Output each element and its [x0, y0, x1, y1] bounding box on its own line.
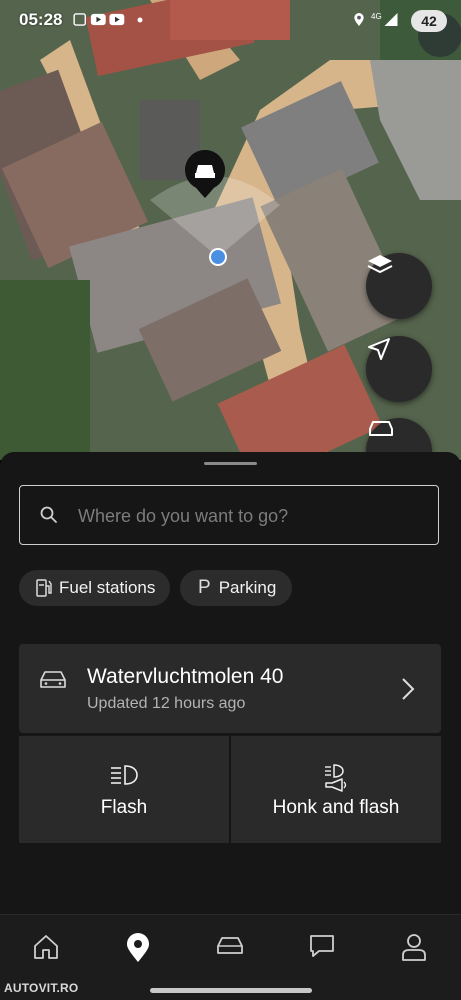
car-icon: [217, 937, 243, 954]
search-box[interactable]: [19, 485, 439, 545]
system-home-bar[interactable]: [150, 988, 312, 993]
bottom-navigation: AUTOVIT.RO: [0, 914, 461, 1000]
location-pin-icon: [127, 933, 149, 962]
home-icon: [34, 935, 58, 959]
center-location-button[interactable]: [366, 336, 432, 402]
sheet-drag-handle[interactable]: [204, 462, 257, 465]
layers-icon: [367, 255, 393, 274]
navigation-arrow-icon: [368, 338, 390, 360]
search-input[interactable]: [76, 500, 420, 532]
network-type: 4G: [371, 12, 382, 21]
notification-icons: [73, 13, 125, 26]
chevron-right-icon: [402, 678, 415, 700]
honk-and-flash-button[interactable]: Honk and flash: [231, 736, 441, 843]
fuel-pump-icon: [36, 579, 52, 597]
vehicle-updated-time: Updated 12 hours ago: [87, 695, 246, 712]
parking-icon: P: [198, 577, 211, 598]
car-icon: [369, 421, 393, 436]
satellite-map[interactable]: 05:28 4G 42: [0, 0, 461, 460]
battery-indicator: 42: [411, 10, 447, 32]
chip-label: Parking: [218, 578, 277, 597]
honk-and-flash-label: Honk and flash: [272, 797, 400, 818]
chip-label: Fuel stations: [59, 578, 156, 597]
headlight-icon: [111, 765, 138, 785]
chip-parking[interactable]: P Parking: [180, 570, 292, 606]
watermark: AUTOVIT.RO: [4, 981, 79, 995]
car-icon: [40, 671, 66, 688]
chip-fuel-stations[interactable]: Fuel stations: [19, 570, 170, 606]
vehicle-location-card[interactable]: Watervluchtmolen 40 Updated 12 hours ago: [19, 644, 441, 733]
search-icon: [40, 506, 57, 523]
nav-map[interactable]: [118, 933, 158, 965]
person-icon: [402, 934, 426, 961]
nav-car[interactable]: [210, 933, 250, 965]
signal-icon: [384, 13, 398, 26]
nav-messages[interactable]: [302, 933, 342, 965]
status-bar: 05:28 4G 42: [0, 0, 461, 40]
flash-label: Flash: [100, 797, 148, 818]
flash-button[interactable]: Flash: [19, 736, 229, 843]
map-layers-button[interactable]: [366, 253, 432, 319]
horn-headlight-icon: [325, 764, 347, 792]
nav-home[interactable]: [26, 933, 66, 965]
user-location-dot: [211, 250, 225, 264]
status-time: 05:28: [19, 10, 63, 29]
vehicle-address: Watervluchtmolen 40: [87, 665, 284, 688]
nav-profile[interactable]: [394, 933, 434, 965]
location-icon: [354, 13, 364, 26]
dot-icon: [137, 17, 143, 23]
chat-icon: [310, 935, 334, 957]
